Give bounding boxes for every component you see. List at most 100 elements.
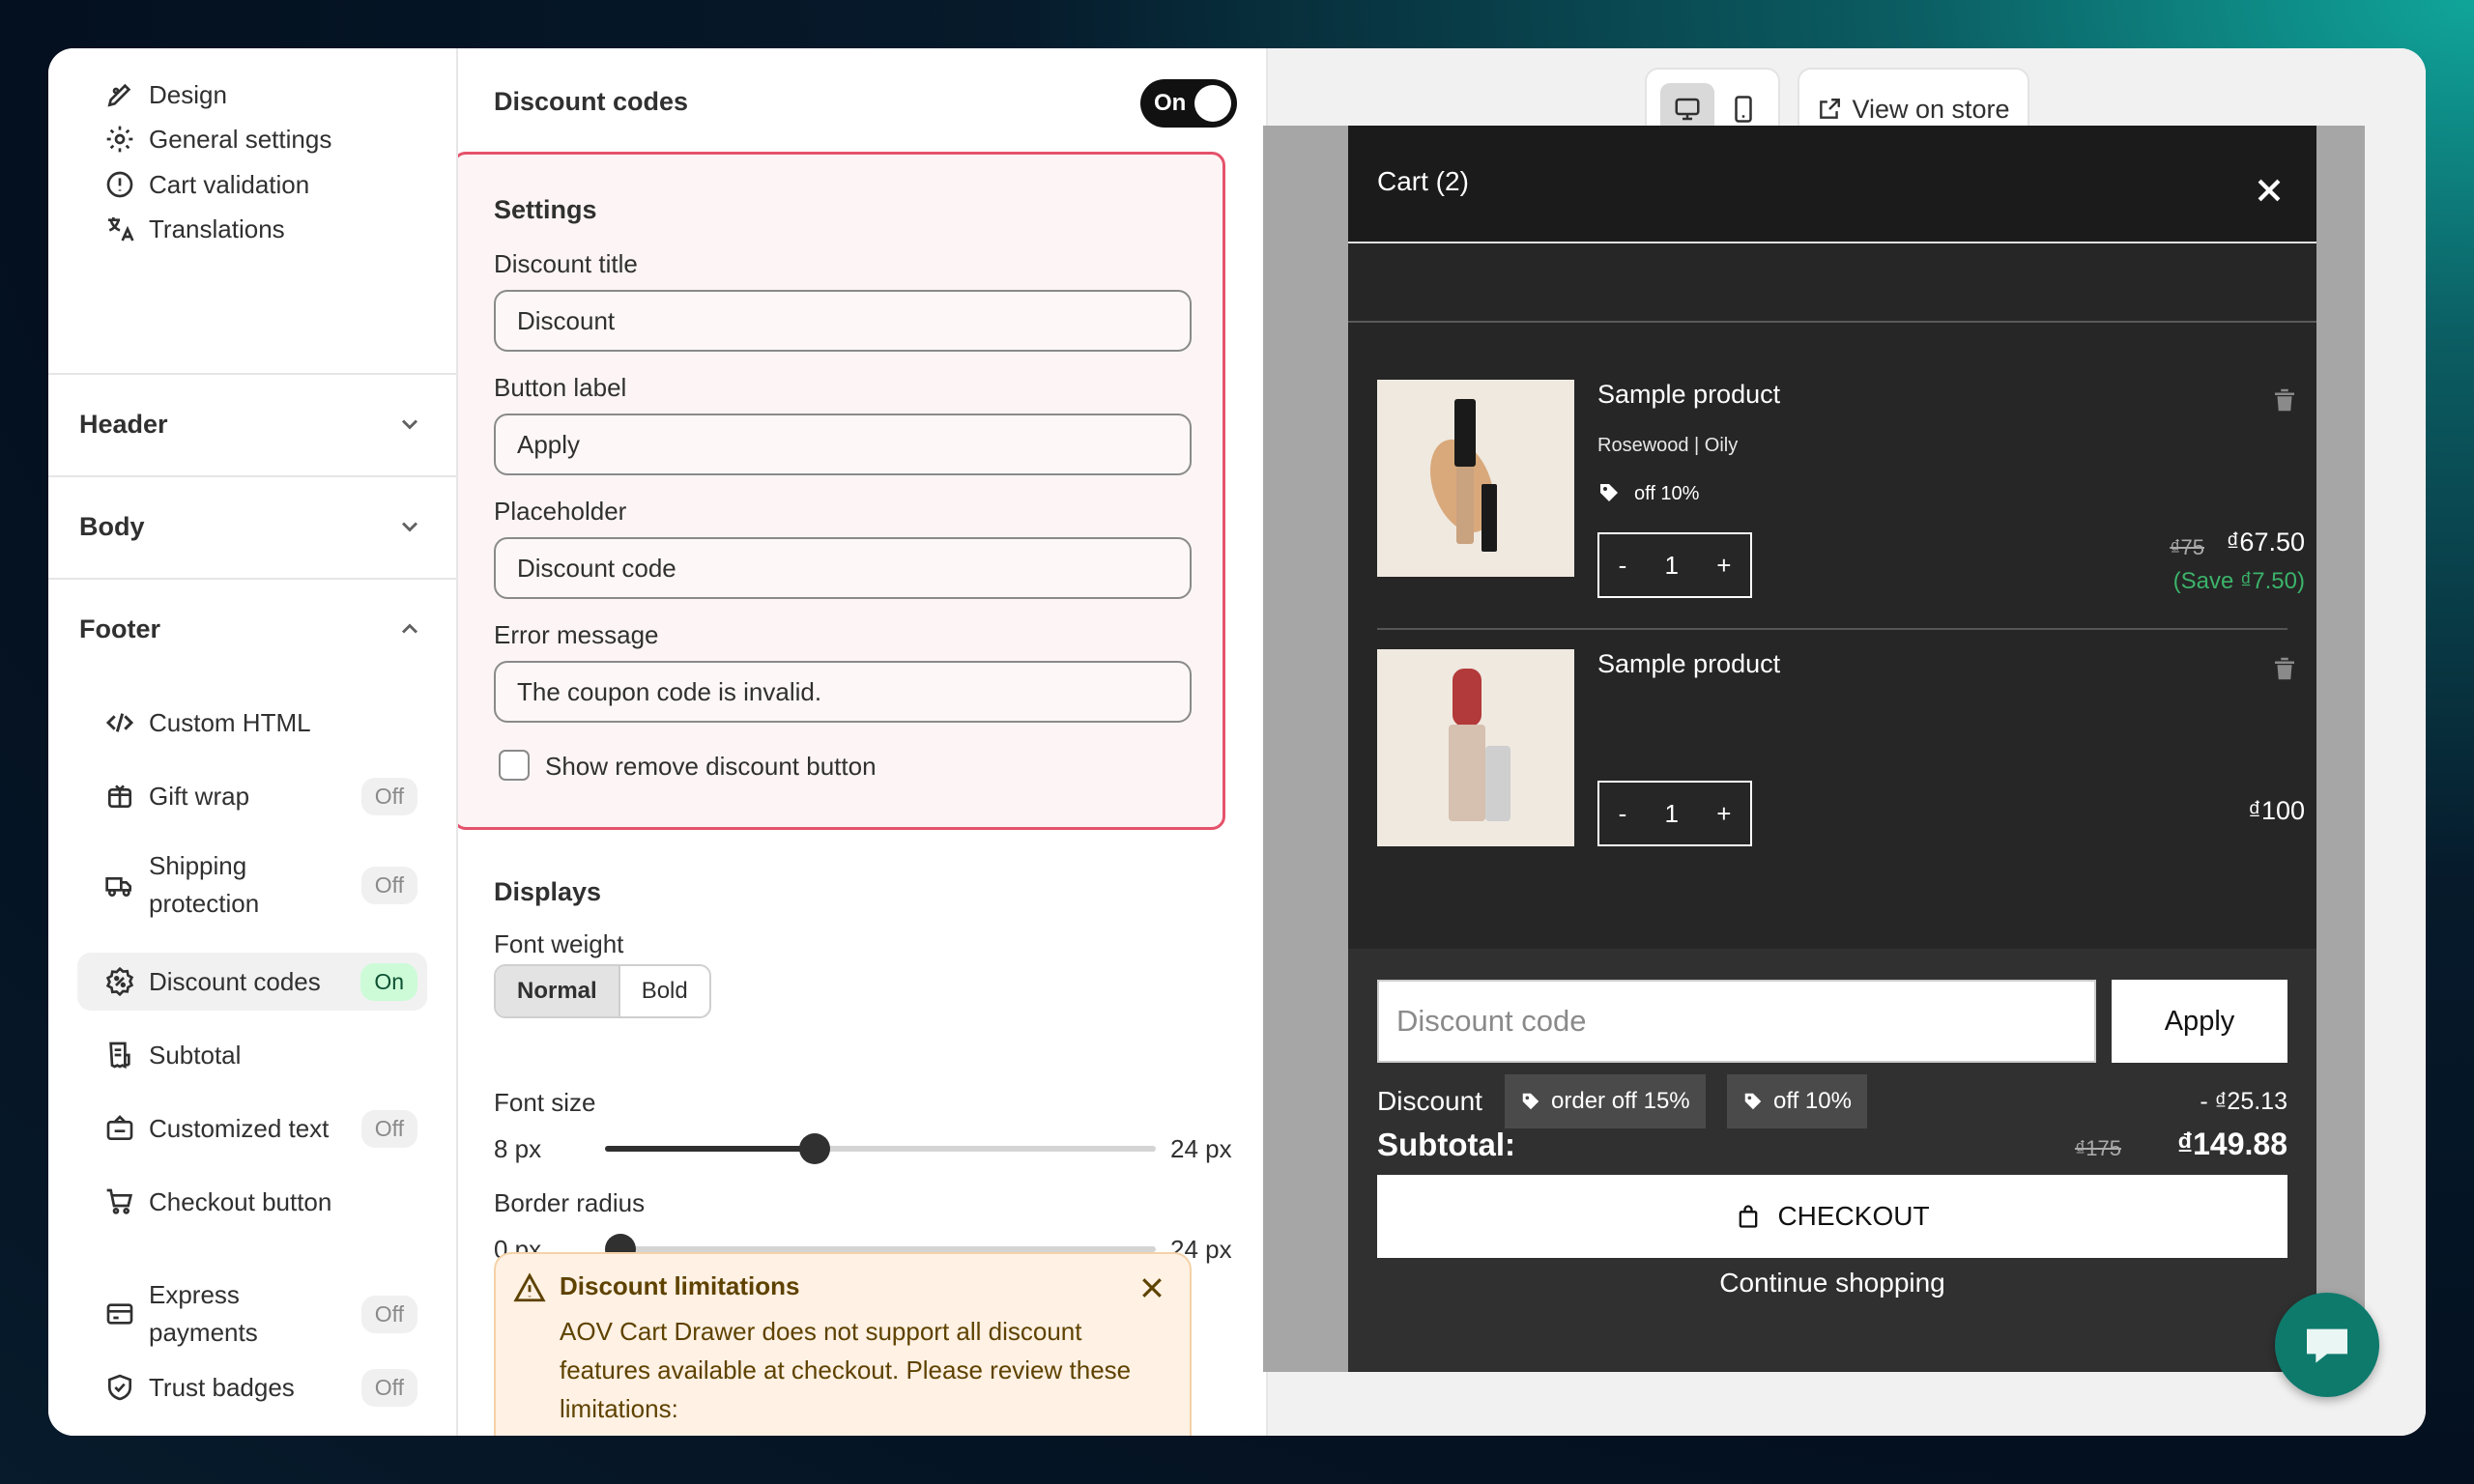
status-badge: Off [360,1368,417,1407]
sidebar-item-label: Cart validation [149,169,310,199]
sidebar-item-subtotal[interactable]: Subtotal [77,1026,427,1084]
banner-text: AOV Cart Drawer does not support all dis… [560,1317,1132,1423]
continue-shopping-link[interactable]: Continue shopping [1377,1268,2287,1298]
qty-value: 1 [1664,550,1679,580]
design-icon [104,79,135,110]
close-icon[interactable] [1137,1273,1166,1302]
sidebar-item-label: General settings [149,124,332,154]
truck-icon [104,870,135,900]
discount-tag-label: off 10% [1773,1088,1852,1114]
section-body[interactable]: Body [48,475,456,576]
product-image [1377,380,1574,577]
discount-title-label: Discount title [494,249,638,278]
receipt-icon [104,1040,135,1070]
sidebar-item-label: Express payments [149,1280,258,1347]
border-radius-label: Border radius [494,1188,646,1217]
show-remove-checkbox[interactable] [499,750,530,781]
text-icon [104,1113,135,1144]
placeholder-input[interactable]: Discount code [494,537,1192,599]
shield-check-icon [104,1372,135,1403]
section-body-label: Body [79,511,145,541]
quantity-stepper[interactable]: - 1 + [1597,781,1752,846]
alert-circle-icon [104,169,135,200]
view-on-store-label: View on store [1852,94,2010,124]
section-header[interactable]: Header [48,373,456,473]
sidebar-item-shipping-protection[interactable]: Shipping protection Off [77,841,427,929]
qty-plus-button[interactable]: + [1716,799,1731,829]
subtotal-old-price: ₫175 [2075,1136,2121,1160]
tag-icon [1522,1093,1539,1110]
discount-icon [104,966,135,997]
tag-icon [1744,1093,1762,1110]
sidebar-item-label: Translations [149,214,285,243]
cart-footer: Discount code Apply Discount order off 1… [1348,949,2316,1372]
font-weight-normal-button[interactable]: Normal [496,966,620,1016]
sidebar-item-gift-wrap[interactable]: Gift wrap Off [77,767,427,825]
font-size-min: 8 px [494,1134,542,1163]
font-size-slider-handle[interactable] [798,1133,830,1164]
tag-icon [1600,484,1618,501]
font-size-label: Font size [494,1088,596,1117]
qty-minus-button[interactable]: - [1619,799,1627,829]
button-label-label: Button label [494,373,627,402]
placeholder-label: Placeholder [494,497,627,526]
gift-icon [104,781,135,812]
chat-button[interactable] [2275,1293,2379,1397]
checkout-label: CHECKOUT [1777,1201,1930,1231]
settings-panel: Discount codes On Settings Discount titl… [458,48,1268,1436]
chat-icon [2307,1328,2347,1363]
section-footer[interactable]: Footer [48,578,456,678]
toggle-label: On [1154,90,1187,116]
error-message-input[interactable]: The coupon code is invalid. [494,661,1192,723]
product-price: ₫67.50 [2226,528,2305,556]
sidebar-item-customized-text[interactable]: Customized text Off [77,1099,427,1157]
show-remove-label: Show remove discount button [545,752,877,781]
sidebar-item-label: Gift wrap [149,781,250,811]
discount-tag-product[interactable]: off 10% [1727,1074,1867,1128]
product-variant: Rosewood | Oily [1597,435,1739,456]
qty-minus-button[interactable]: - [1619,551,1627,581]
sidebar-item-label: Custom HTML [149,707,311,737]
button-label-input[interactable]: Apply [494,414,1192,475]
sidebar-item-label: Design [149,79,227,109]
discount-codes-toggle[interactable]: On [1140,79,1237,128]
sidebar-item-label: Shipping protection [149,851,260,918]
translate-icon [104,214,135,244]
product-savings: (Save ₫7.50) [2172,568,2305,594]
product-name: Sample product [1597,380,1781,409]
trash-icon[interactable] [2270,653,2299,684]
close-icon[interactable] [2253,174,2286,207]
cart-header: Cart (2) [1348,126,2316,243]
status-badge: Off [360,866,417,904]
quantity-stepper[interactable]: - 1 + [1597,532,1752,598]
sidebar-item-discount-codes[interactable]: Discount codes On [77,953,427,1011]
product-old-price: ₫75 [2170,535,2204,559]
font-weight-label: Font weight [494,929,624,958]
font-weight-bold-button[interactable]: Bold [620,966,709,1016]
sidebar-item-translations[interactable]: Translations [77,200,427,258]
section-footer-label: Footer [79,614,160,643]
sidebar-item-checkout-button[interactable]: Checkout button [77,1173,427,1231]
qty-value: 1 [1664,798,1679,828]
warning-icon [513,1272,546,1302]
sidebar-item-express-payments[interactable]: Express payments Off [77,1270,427,1358]
settings-heading: Settings [494,195,597,224]
cart-preview: Cart (2) Sample product Rosewood | Oily … [1263,126,2365,1372]
discount-tag-order[interactable]: order off 15% [1505,1074,1706,1128]
sidebar-item-label: Subtotal [149,1040,242,1070]
discount-code-input[interactable]: Discount code [1377,980,2096,1063]
trash-icon[interactable] [2270,385,2299,415]
banner-title: Discount limitations [560,1271,800,1300]
toggle-knob [1194,85,1231,122]
qty-plus-button[interactable]: + [1716,551,1731,581]
apply-discount-button[interactable]: Apply [2112,980,2287,1063]
sidebar-item-custom-html[interactable]: Custom HTML [77,694,427,752]
sidebar-item-trust-badges[interactable]: Trust badges Off [77,1358,427,1416]
discount-title-input[interactable]: Discount [494,290,1192,352]
displays-heading: Displays [494,877,602,906]
checkout-button[interactable]: CHECKOUT [1377,1175,2287,1258]
subtotal-label: Subtotal: [1377,1127,1515,1162]
external-link-icon [1820,99,1841,119]
product-discount-tag: off 10% [1634,483,1700,504]
cart-drawer: Cart (2) Sample product Rosewood | Oily … [1348,126,2316,1372]
